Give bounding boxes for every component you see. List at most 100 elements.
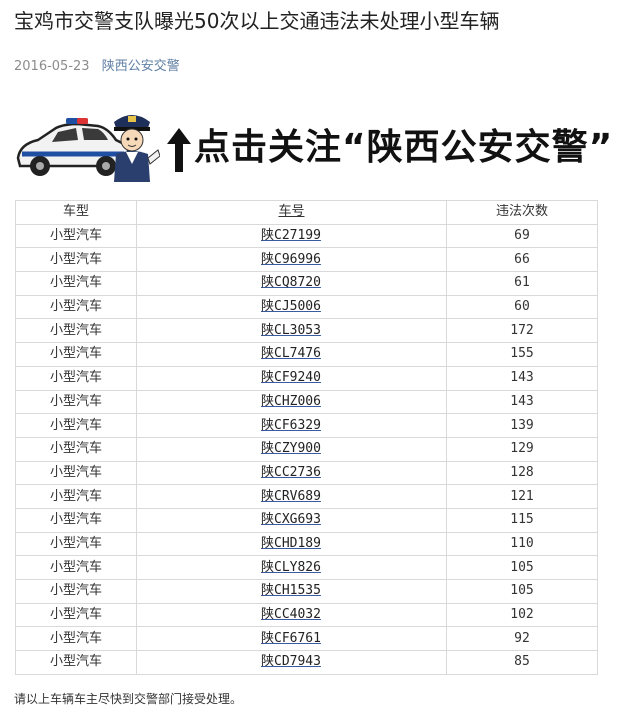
violation-count-cell: 105: [446, 555, 598, 580]
plate-link[interactable]: 陕CHD189: [261, 536, 321, 551]
plate-link[interactable]: 陕CL3053: [261, 323, 321, 338]
table-row: 小型汽车 陕CF6761 92: [15, 626, 598, 652]
vehicle-type-cell: 小型汽车: [15, 294, 137, 320]
plate-cell: 陕CRV689: [136, 484, 447, 509]
plate-link[interactable]: 陕CQ8720: [261, 275, 321, 290]
table-row: 小型汽车 陕CQ8720 61: [15, 271, 598, 296]
plate-link[interactable]: 陕CC4032: [261, 607, 321, 622]
plate-cell: 陕CF6329: [136, 413, 447, 438]
vehicle-type-cell: 小型汽车: [15, 389, 137, 415]
column-header-plate: 车号: [136, 200, 447, 225]
violation-count-cell: 85: [446, 650, 598, 675]
table-row: 小型汽车 陕CC4032 102: [15, 602, 598, 628]
follow-banner[interactable]: 点击关注“陕西公安交警”: [12, 108, 630, 188]
violation-count-cell: 61: [446, 271, 598, 296]
plate-cell: 陕C27199: [136, 223, 447, 249]
violation-count-cell: 92: [446, 626, 598, 652]
plate-link[interactable]: 陕CF6761: [261, 631, 321, 646]
article-title: 宝鸡市交警支队曝光50次以上交通违法未处理小型车辆: [14, 9, 500, 33]
plate-cell: 陕CH1535: [136, 579, 447, 604]
plate-cell: 陕CLY826: [136, 555, 447, 580]
plate-link[interactable]: 陕CH1535: [261, 583, 321, 598]
table-row: 小型汽车 陕CJ5006 60: [15, 294, 598, 320]
plate-cell: 陕CHD189: [136, 531, 447, 557]
plate-link[interactable]: 陕CJ5006: [261, 299, 321, 314]
plate-link[interactable]: 陕CD7943: [261, 654, 321, 669]
plate-cell: 陕CHZ006: [136, 389, 447, 415]
violation-count-cell: 121: [446, 484, 598, 509]
vehicle-type-cell: 小型汽车: [15, 342, 137, 367]
plate-link[interactable]: 陕CZY900: [261, 441, 321, 456]
vehicle-type-cell: 小型汽车: [15, 271, 137, 296]
violations-table: 车型 车号 违法次数 小型汽车 陕C27199 69 小型汽车 陕C96996 66 小型汽…: [15, 200, 598, 675]
police-officer-icon: [114, 115, 160, 182]
table-row: 小型汽车 陕C27199 69: [15, 223, 598, 249]
plate-cell: 陕CC4032: [136, 602, 447, 628]
vehicle-type-cell: 小型汽车: [15, 223, 137, 249]
plate-link[interactable]: 陕C27199: [261, 228, 321, 243]
vehicle-type-cell: 小型汽车: [15, 555, 137, 580]
vehicle-type-cell: 小型汽车: [15, 413, 137, 438]
table-header-row: 车型 车号 违法次数: [15, 200, 598, 225]
table-row: 小型汽车 陕CXG693 115: [15, 507, 598, 533]
plate-cell: 陕CL3053: [136, 318, 447, 344]
column-header-count: 违法次数: [446, 200, 598, 225]
violation-count-cell: 143: [446, 389, 598, 415]
plate-cell: 陕CL7476: [136, 342, 447, 367]
violation-count-cell: 110: [446, 531, 598, 557]
vehicle-type-cell: 小型汽车: [15, 365, 137, 391]
plate-link[interactable]: 陕CF9240: [261, 370, 321, 385]
plate-cell: 陕CD7943: [136, 650, 447, 675]
up-arrow-icon: [167, 128, 191, 172]
violation-count-cell: 69: [446, 223, 598, 249]
plate-cell: 陕C96996: [136, 247, 447, 273]
vehicle-type-cell: 小型汽车: [15, 531, 137, 557]
plate-link[interactable]: 陕CC2736: [261, 465, 321, 480]
table-row: 小型汽车 陕CF9240 143: [15, 365, 598, 391]
violation-count-cell: 155: [446, 342, 598, 367]
plate-link[interactable]: 陕CL7476: [261, 346, 321, 361]
vehicle-type-cell: 小型汽车: [15, 579, 137, 604]
account-link[interactable]: 陕西公安交警: [102, 59, 180, 74]
plate-link[interactable]: 陕CRV689: [261, 489, 321, 504]
table-row: 小型汽车 陕CHZ006 143: [15, 389, 598, 415]
violation-count-cell: 128: [446, 460, 598, 486]
vehicle-type-cell: 小型汽车: [15, 318, 137, 344]
violation-count-cell: 172: [446, 318, 598, 344]
footer-note: 请以上车辆车主尽快到交警部门接受处理。: [14, 692, 243, 706]
vehicle-type-cell: 小型汽车: [15, 247, 137, 273]
table-row: 小型汽车 陕CL3053 172: [15, 318, 598, 344]
article-meta: 2016-05-23 陕西公安交警: [14, 58, 180, 76]
violation-count-cell: 129: [446, 436, 598, 462]
plate-cell: 陕CJ5006: [136, 294, 447, 320]
vehicle-type-cell: 小型汽车: [15, 650, 137, 675]
table-row: 小型汽车 陕CD7943 85: [15, 650, 598, 675]
plate-cell: 陕CQ8720: [136, 271, 447, 296]
table-row: 小型汽车 陕CLY826 105: [15, 555, 598, 580]
plate-cell: 陕CF6761: [136, 626, 447, 652]
violation-count-cell: 105: [446, 579, 598, 604]
vehicle-type-cell: 小型汽车: [15, 436, 137, 462]
violation-count-cell: 143: [446, 365, 598, 391]
plate-link[interactable]: 陕CXG693: [261, 512, 321, 527]
violation-count-cell: 60: [446, 294, 598, 320]
column-header-plate-label: 车号: [278, 204, 305, 220]
vehicle-type-cell: 小型汽车: [15, 460, 137, 486]
plate-link[interactable]: 陕CF6329: [261, 418, 321, 433]
vehicle-type-cell: 小型汽车: [15, 484, 137, 509]
vehicle-type-cell: 小型汽车: [15, 507, 137, 533]
plate-cell: 陕CF9240: [136, 365, 447, 391]
violation-count-cell: 66: [446, 247, 598, 273]
plate-link[interactable]: 陕CHZ006: [261, 394, 321, 409]
column-header-type: 车型: [15, 200, 137, 225]
violation-count-cell: 139: [446, 413, 598, 438]
table-row: 小型汽车 陕CH1535 105: [15, 579, 598, 604]
vehicle-type-cell: 小型汽车: [15, 602, 137, 628]
publish-date: 2016-05-23: [14, 59, 90, 74]
table-row: 小型汽车 陕CZY900 129: [15, 436, 598, 462]
plate-link[interactable]: 陕C96996: [261, 252, 321, 267]
plate-link[interactable]: 陕CLY826: [261, 560, 321, 575]
table-row: 小型汽车 陕C96996 66: [15, 247, 598, 273]
violation-count-cell: 102: [446, 602, 598, 628]
vehicle-type-cell: 小型汽车: [15, 626, 137, 652]
